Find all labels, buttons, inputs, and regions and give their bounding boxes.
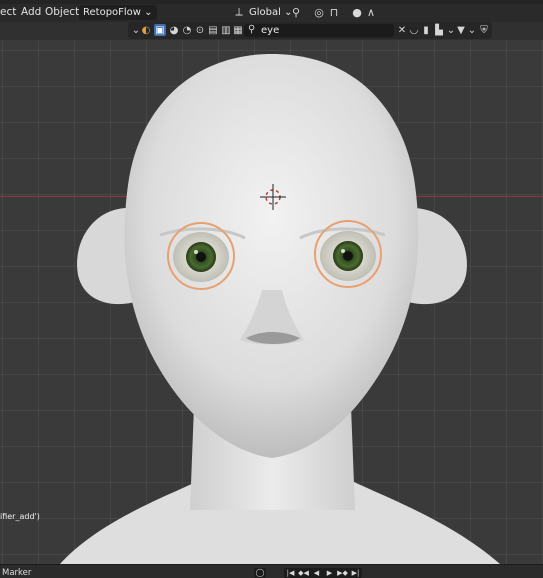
selection-mode-icon[interactable]: ▣ — [154, 24, 166, 36]
view-layer-icon[interactable]: ▙ — [433, 24, 445, 36]
clear-icon[interactable]: ✕ — [396, 24, 408, 36]
menu-select[interactable]: ect — [0, 6, 16, 18]
jump-end-icon[interactable]: ▶| — [349, 568, 362, 578]
prev-keyframe-icon[interactable]: ◆◀ — [297, 568, 310, 578]
viewport-header: ⌄ ◐ ▣ ◕ ◔ ⊙ ▤ ▥ ▦ ⚲ eye ✕ ◡ ▮ ▙ ⌄ ▼ ⌄ ⛨ — [128, 22, 492, 39]
info-log-text: ifier_add') — [0, 512, 40, 521]
menu-add[interactable]: Add — [21, 6, 41, 18]
snap-target-icon[interactable]: ⊓ — [327, 5, 341, 19]
jump-start-icon[interactable]: |◀ — [284, 568, 297, 578]
camera-icon[interactable]: ▥ — [220, 24, 232, 36]
workspace-tabs-strip — [0, 0, 543, 4]
snap-icon[interactable]: ◎ — [312, 5, 326, 19]
filter-icon[interactable]: ▦ — [232, 24, 244, 36]
top-menubar: ect Add Object RetopoFlow ⌄ ⟂ Global ⌄ ⚲… — [0, 0, 543, 22]
bookmark-icon[interactable]: ▮ — [420, 24, 432, 36]
search-value: eye — [261, 25, 280, 36]
search-input[interactable]: ⚲ eye — [244, 24, 394, 37]
menu-object[interactable]: Object — [45, 6, 79, 18]
proportional-editing-icon[interactable]: ● — [350, 5, 364, 19]
search-icon: ⚲ — [248, 24, 256, 35]
shield-icon[interactable]: ⛨ — [478, 24, 490, 36]
timeline-bar: Marker ◯ |◀ ◆◀ ◀ ▶ ▶◆ ▶| — [0, 564, 543, 578]
playback-controls: |◀ ◆◀ ◀ ▶ ▶◆ ▶| — [284, 568, 362, 578]
material-icon[interactable]: ◕ — [168, 24, 180, 36]
falloff-icon[interactable]: ∧ — [364, 5, 378, 19]
funnel-dropdown-icon[interactable]: ⌄ — [466, 24, 478, 36]
render-icon[interactable]: ⊙ — [194, 24, 206, 36]
play-icon[interactable]: ▶ — [323, 568, 336, 578]
retopoflow-dropdown[interactable]: RetopoFlow ⌄ — [79, 5, 157, 20]
object-type-icon[interactable]: ◐ — [140, 24, 152, 36]
marker-menu[interactable]: Marker — [2, 568, 31, 578]
3d-viewport[interactable]: ifier_add') — [0, 40, 543, 564]
wave-icon[interactable]: ◡ — [408, 24, 420, 36]
record-icon[interactable]: ◯ — [254, 568, 266, 578]
scene-icon[interactable]: ▤ — [207, 24, 219, 36]
play-reverse-icon[interactable]: ◀ — [310, 568, 323, 578]
next-keyframe-icon[interactable]: ▶◆ — [336, 568, 349, 578]
head-model[interactable] — [0, 40, 543, 564]
orientation-icon: ⟂ — [235, 5, 243, 18]
viewport-shading-icon[interactable]: ◔ — [181, 24, 193, 36]
transform-pivot-icon[interactable]: ⚲ — [289, 5, 303, 19]
